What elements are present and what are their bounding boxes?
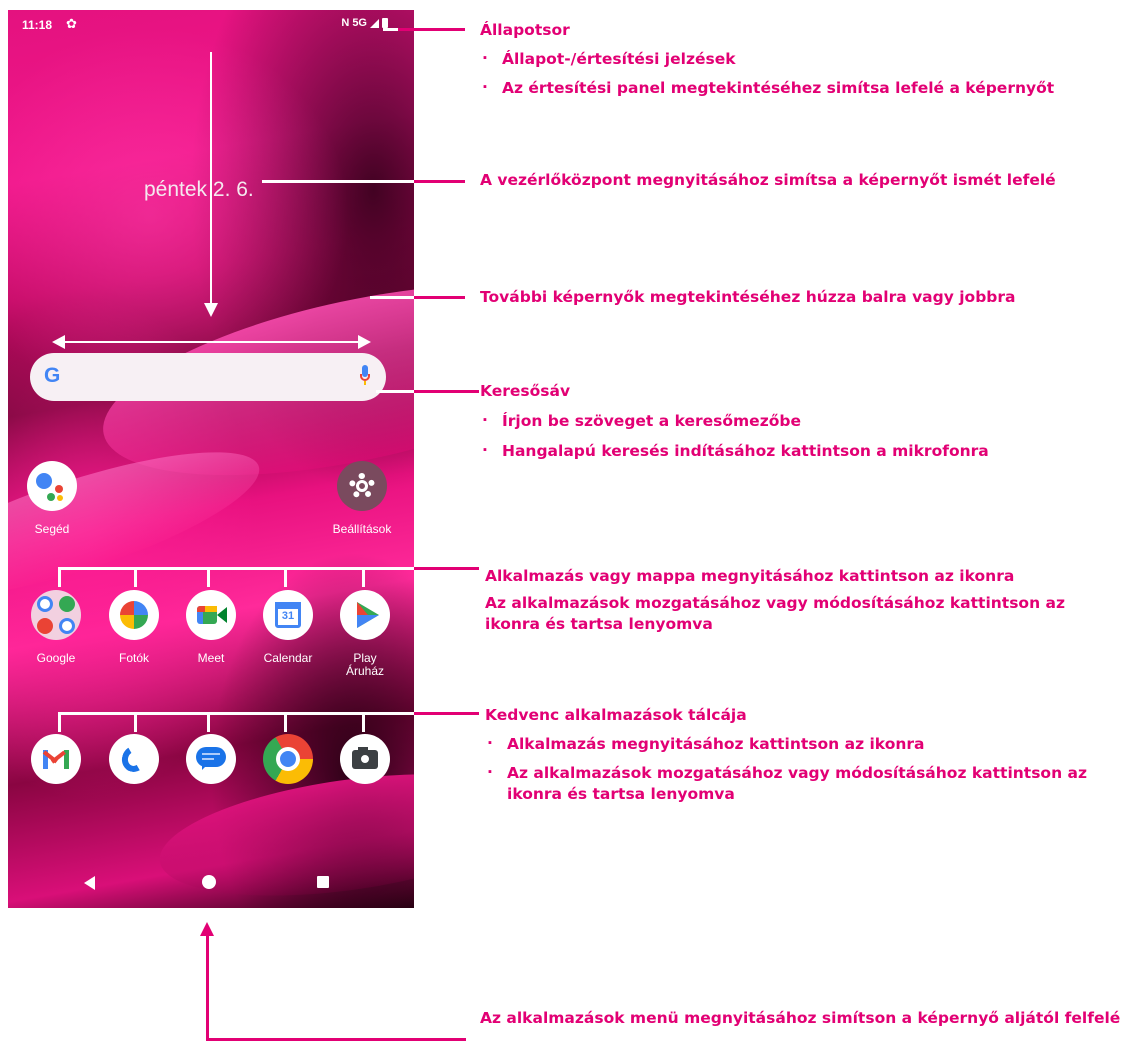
camera-icon bbox=[340, 734, 390, 784]
callout-line bbox=[58, 712, 414, 715]
callout-bullet: Írjon be szöveget a keresőmezőbe bbox=[480, 410, 989, 432]
arrow-right-icon bbox=[358, 335, 371, 349]
callout-line bbox=[398, 28, 465, 31]
callout-tick bbox=[362, 567, 365, 587]
callout-status-bar: Állapotsor Állapot-/értesítési jelzések … bbox=[480, 20, 1054, 99]
play-store-icon bbox=[340, 590, 390, 640]
callout-tick bbox=[134, 567, 137, 587]
microphone-icon[interactable] bbox=[360, 365, 370, 385]
status-icons: N 5G bbox=[341, 17, 388, 29]
callout-line bbox=[414, 567, 479, 570]
calendar-day: 31 bbox=[281, 610, 295, 622]
google-logo-icon: G bbox=[44, 364, 61, 387]
signal-icon bbox=[370, 18, 379, 28]
callout-tick bbox=[58, 712, 61, 732]
app-label: Segéd bbox=[34, 522, 70, 536]
callout-bullet: Hangalapú keresés indításához kattintson… bbox=[480, 440, 989, 462]
app-label: Play Áruház bbox=[345, 651, 385, 678]
callout-bullet: Az alkalmazások mozgatásához vagy módosí… bbox=[485, 762, 1125, 805]
callout-line bbox=[206, 934, 209, 1041]
gmail-icon bbox=[31, 734, 81, 784]
phone-icon bbox=[109, 734, 159, 784]
callout-control-center: A vezérlőközpont megnyitásához simítsa a… bbox=[480, 171, 1056, 189]
callout-search: Keresősáv Írjon be szöveget a keresőmező… bbox=[480, 381, 989, 462]
callout-title: Keresősáv bbox=[480, 382, 571, 400]
app-calendar[interactable]: 31 Calendar bbox=[246, 590, 330, 665]
callout-bullet: Állapot-/értesítési jelzések bbox=[480, 48, 1054, 70]
app-assistant[interactable]: Segéd bbox=[10, 461, 94, 536]
callout-swipe-screens: További képernyők megtekintéséhez húzza … bbox=[480, 288, 1016, 306]
app-label: Calendar bbox=[263, 651, 313, 665]
network-label: N 5G bbox=[341, 17, 367, 29]
photos-pinwheel-icon bbox=[109, 590, 159, 640]
callout-line bbox=[383, 28, 398, 31]
callout-tick bbox=[284, 712, 287, 732]
chrome-icon bbox=[263, 734, 313, 784]
dock-chrome[interactable] bbox=[246, 734, 330, 784]
nav-recents-icon[interactable] bbox=[317, 876, 329, 888]
nav-back-icon[interactable] bbox=[84, 876, 95, 890]
callout-tick bbox=[207, 712, 210, 732]
callout-line bbox=[414, 712, 479, 715]
callout-line bbox=[58, 567, 414, 570]
callout-tick bbox=[284, 567, 287, 587]
callout-line bbox=[370, 296, 414, 299]
arrow-left-icon bbox=[52, 335, 65, 349]
callout-title: Kedvenc alkalmazások tálcája bbox=[485, 706, 747, 724]
callout-line bbox=[414, 296, 465, 299]
nav-home-icon[interactable] bbox=[202, 875, 216, 889]
callout-title: Állapotsor bbox=[480, 21, 570, 39]
callout-apps: Alkalmazás vagy mappa megnyitásához katt… bbox=[485, 566, 1125, 635]
callout-line bbox=[262, 180, 414, 183]
callout-tick bbox=[134, 712, 137, 732]
app-meet[interactable]: Meet bbox=[169, 590, 253, 665]
callout-bullet: Alkalmazás megnyitásához kattintson az i… bbox=[485, 733, 1125, 755]
dock-camera[interactable] bbox=[323, 734, 407, 784]
callout-tick bbox=[58, 567, 61, 587]
callout-app-drawer: Az alkalmazások menü megnyitásához simít… bbox=[480, 1009, 1121, 1027]
dock-phone[interactable] bbox=[92, 734, 176, 784]
meet-video-icon bbox=[186, 590, 236, 640]
app-label: Meet bbox=[197, 651, 225, 665]
dock-gmail[interactable] bbox=[14, 734, 98, 784]
callout-bullet: Az értesítési panel megtekintéséhez simí… bbox=[480, 77, 1054, 99]
arrow-down-icon bbox=[204, 303, 218, 317]
app-play-store[interactable]: Play Áruház bbox=[323, 590, 407, 678]
phone-home-screen: 11:18 ✿ N 5G péntek 2. 6. G Segéd Beállí… bbox=[8, 10, 414, 908]
callout-line bbox=[414, 390, 479, 393]
swipe-down-arrow bbox=[210, 52, 212, 310]
callout-tick bbox=[207, 567, 210, 587]
app-label: Fotók bbox=[118, 651, 149, 665]
callout-line bbox=[376, 390, 414, 393]
settings-gear-icon: ✿ bbox=[66, 16, 77, 31]
app-label: Google bbox=[36, 651, 76, 665]
callout-tick bbox=[362, 712, 365, 732]
messages-icon bbox=[186, 734, 236, 784]
google-folder-icon bbox=[31, 590, 81, 640]
swipe-horizontal-arrow bbox=[60, 341, 360, 343]
dock-messages[interactable] bbox=[169, 734, 253, 784]
callout-favorites: Kedvenc alkalmazások tálcája Alkalmazás … bbox=[485, 705, 1125, 805]
app-label: Beállítások bbox=[332, 522, 392, 536]
callout-text: Az alkalmazások mozgatásához vagy módosí… bbox=[485, 594, 1065, 633]
status-time: 11:18 bbox=[22, 18, 53, 32]
app-settings[interactable]: Beállítások bbox=[320, 461, 404, 536]
callout-line bbox=[414, 180, 465, 183]
calendar-icon: 31 bbox=[263, 590, 313, 640]
assistant-icon bbox=[27, 461, 77, 511]
google-search-bar[interactable]: G bbox=[30, 353, 386, 401]
app-google-folder[interactable]: Google bbox=[14, 590, 98, 665]
callout-line bbox=[206, 1038, 466, 1041]
battery-icon bbox=[382, 18, 388, 28]
callout-text: Alkalmazás vagy mappa megnyitásához katt… bbox=[485, 567, 1015, 585]
app-photos[interactable]: Fotók bbox=[92, 590, 176, 665]
gear-icon bbox=[337, 461, 387, 511]
date-widget[interactable]: péntek 2. 6. bbox=[144, 178, 254, 202]
